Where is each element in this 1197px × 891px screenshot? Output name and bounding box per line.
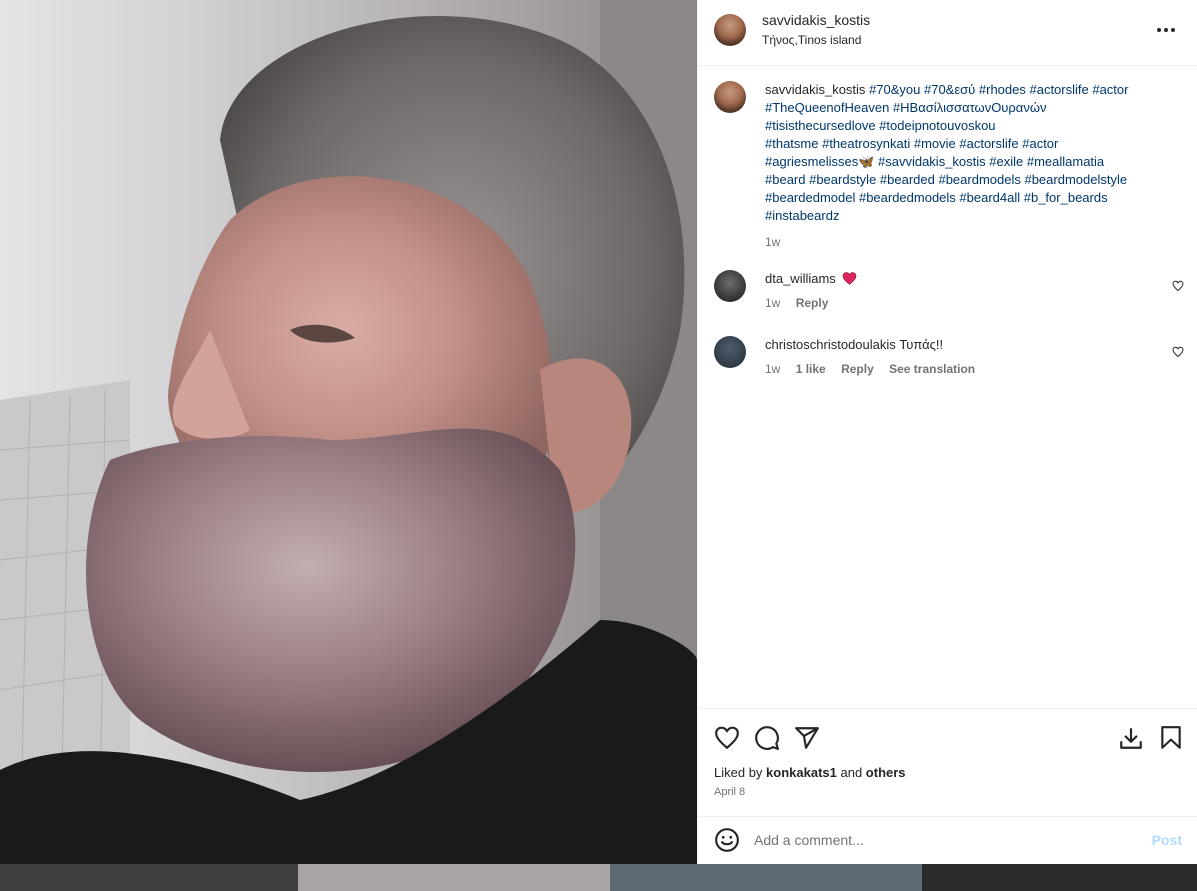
post-header: savvidakis_kostis Τήνος,Tinos island <box>698 0 1197 66</box>
caption-hashtags[interactable]: #agriesmelisses🦋 #savvidakis_kostis #exi… <box>765 153 1165 171</box>
caption-time[interactable]: 1w <box>765 235 780 249</box>
like-comment-heart-icon[interactable] <box>1172 346 1184 358</box>
caption-meta: 1w <box>765 233 1165 251</box>
liked-by-prefix: Liked by <box>714 765 767 780</box>
post-photo[interactable] <box>0 0 697 864</box>
post-comment-button[interactable]: Post <box>1152 832 1182 848</box>
comment-body: dta_williams 1w Reply <box>765 270 1165 312</box>
comment-meta: 1w Reply <box>765 294 1165 312</box>
more-options-icon[interactable] <box>1157 21 1179 37</box>
comment-author[interactable]: christoschristodoulakis <box>765 337 896 352</box>
caption-hashtags[interactable]: #70&you #70&εσύ #rhodes #actorslife #act… <box>869 82 1128 97</box>
grid-thumb[interactable] <box>922 864 1197 891</box>
caption-hashtags[interactable]: #beard #beardstyle #bearded #beardmodels… <box>765 171 1165 189</box>
comment-time[interactable]: 1w <box>765 296 780 310</box>
caption-hashtags[interactable]: #thatsme #theatrosynkati #movie #actorsl… <box>765 135 1165 153</box>
liked-by-mid: and <box>836 765 866 780</box>
share-icon[interactable] <box>794 725 820 751</box>
caption-hashtags[interactable]: #beardedmodel #beardedmodels #beard4all … <box>765 189 1165 207</box>
add-comment-bar: Post <box>698 816 1197 864</box>
download-icon[interactable] <box>1118 725 1144 751</box>
avatar[interactable] <box>714 336 746 368</box>
liked-by-others[interactable]: others <box>866 765 906 780</box>
caption-hashtags[interactable]: #instabeardz <box>765 207 1165 225</box>
comment-text: Τυπάς!! <box>899 337 944 352</box>
avatar[interactable] <box>714 81 746 113</box>
grid-preview-strip <box>0 864 1197 891</box>
caption-hashtags[interactable]: #tisisthecursedlove #todeipnotouvoskou <box>765 117 1165 135</box>
portrait-illustration <box>0 0 697 864</box>
comment-author[interactable]: dta_williams <box>765 271 836 286</box>
comment-input[interactable] <box>754 829 1134 851</box>
reply-button[interactable]: Reply <box>841 362 874 376</box>
see-translation-button[interactable]: See translation <box>889 362 975 376</box>
red-heart-emoji-icon <box>843 272 857 285</box>
bookmark-icon[interactable] <box>1158 725 1184 751</box>
grid-thumb[interactable] <box>298 864 610 891</box>
comment-body: christoschristodoulakis Τυπάς!! 1w 1 lik… <box>765 336 1165 378</box>
avatar[interactable] <box>714 270 746 302</box>
like-comment-heart-icon[interactable] <box>1172 280 1184 292</box>
comments-section: savvidakis_kostis #70&you #70&εσύ #rhode… <box>698 66 1197 708</box>
comment-icon[interactable] <box>754 725 780 751</box>
avatar[interactable] <box>714 14 746 46</box>
post-details-panel: savvidakis_kostis Τήνος,Tinos island sav… <box>697 0 1197 864</box>
liked-by-user[interactable]: konkakats1 <box>766 765 837 780</box>
post-location[interactable]: Τήνος,Tinos island <box>762 33 861 47</box>
grid-thumb[interactable] <box>610 864 922 891</box>
emoji-icon[interactable] <box>714 827 740 853</box>
caption-body: savvidakis_kostis #70&you #70&εσύ #rhode… <box>765 81 1165 251</box>
comment-meta: 1w 1 like Reply See translation <box>765 360 1165 378</box>
liked-by: Liked by konkakats1 and others <box>714 765 906 780</box>
grid-thumb[interactable] <box>0 864 298 891</box>
comment-likes[interactable]: 1 like <box>796 362 826 376</box>
post-username[interactable]: savvidakis_kostis <box>762 12 870 28</box>
comment-time[interactable]: 1w <box>765 362 780 376</box>
caption-hashtags[interactable]: #TheQueenofHeaven #ΗΒασίλισσατωνΟυρανών <box>765 99 1165 117</box>
post-actions: Liked by konkakats1 and others April 8 <box>698 708 1197 822</box>
heart-icon[interactable] <box>714 725 740 751</box>
post-date[interactable]: April 8 <box>714 786 745 798</box>
caption-author[interactable]: savvidakis_kostis <box>765 82 865 97</box>
reply-button[interactable]: Reply <box>796 296 829 310</box>
